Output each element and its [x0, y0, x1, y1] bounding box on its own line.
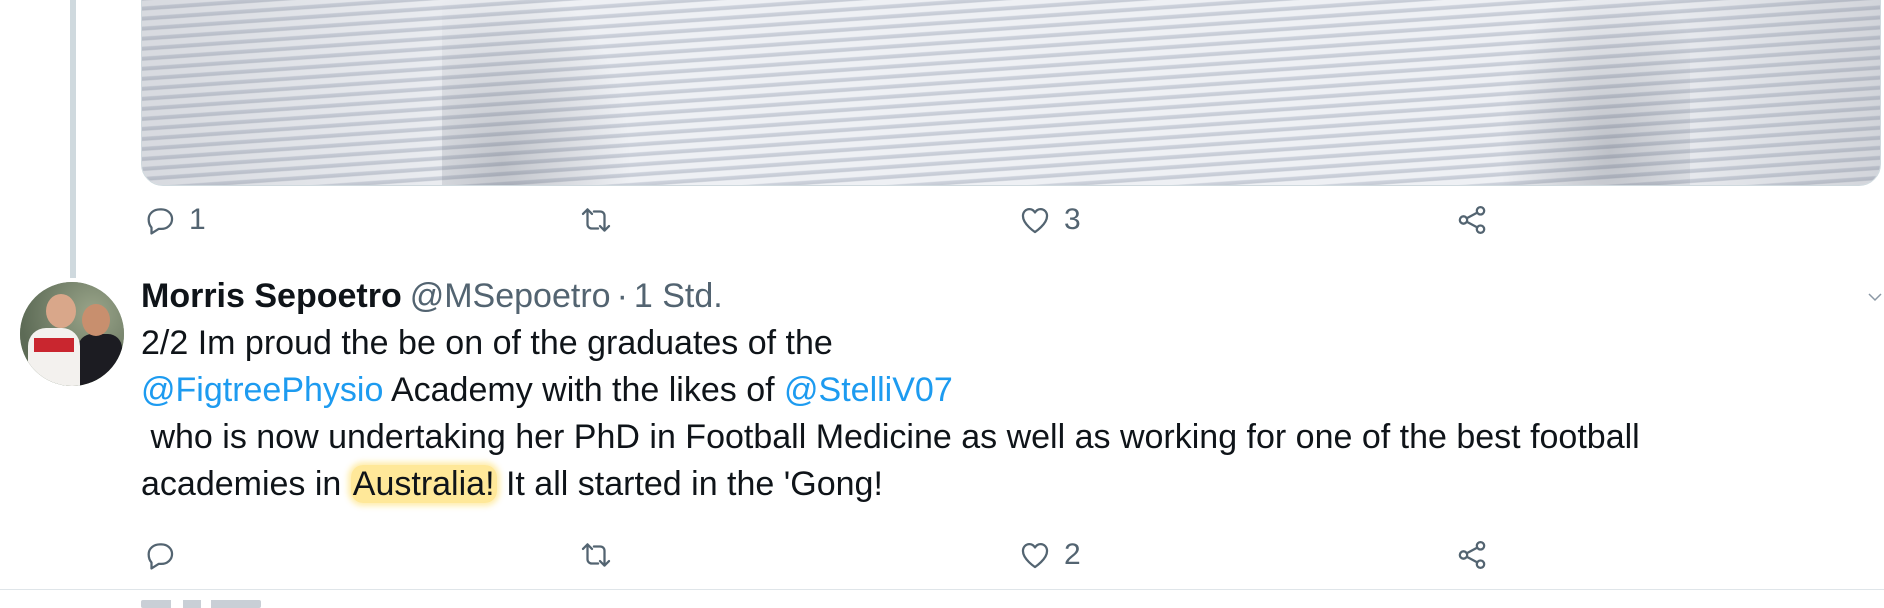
heart-icon [1021, 207, 1049, 234]
avatar-figure [82, 304, 110, 336]
tweet-text-line: 2/2 Im proud the be on of the graduates … [141, 324, 833, 362]
share-icon [1458, 540, 1486, 570]
separator-dot: · [616, 277, 628, 315]
timeline: 1 3 Morris Sepoetro @MSepoetro · 1 Std. 2/2… [0, 0, 1884, 608]
retweet-button[interactable] [579, 533, 625, 577]
tweet-actions: 1 3 [141, 198, 1541, 242]
tweet-text-fragment: Academy with the likes of [383, 371, 785, 409]
media-fold [442, 0, 642, 185]
share-button[interactable] [1455, 533, 1489, 577]
tweet-text-line: who is now undertaking her PhD in Footba… [141, 418, 1640, 456]
avatar-figure [28, 328, 80, 386]
like-button[interactable]: 2 [1018, 533, 1081, 577]
retweet-button[interactable] [579, 198, 625, 242]
tweet-divider [0, 589, 1884, 590]
share-button[interactable] [1455, 198, 1489, 242]
tweet-text-fragment: It all started in the 'Gong! [496, 465, 883, 503]
avatar-figure [34, 338, 74, 352]
retweet-icon [581, 543, 611, 567]
avatar[interactable] [20, 282, 124, 386]
tweet-text-fragment: academies in [141, 465, 351, 503]
next-tweet-partial [141, 600, 261, 608]
avatar-figure [78, 334, 122, 386]
highlighted-text: Australia! [350, 465, 497, 503]
tweet-text-line: @FigtreePhysio Academy with the likes of… [141, 367, 1881, 414]
reply-icon [147, 208, 174, 235]
media-shading [1620, 0, 1880, 185]
mention-link[interactable]: @StelliV07 [784, 371, 953, 409]
thread-connector [70, 0, 76, 278]
reply-button[interactable] [143, 533, 189, 577]
tweet-header: Morris Sepoetro @MSepoetro · 1 Std. [141, 276, 723, 316]
like-button[interactable]: 3 [1018, 198, 1081, 242]
share-icon [1458, 205, 1486, 235]
chevron-down-icon[interactable] [1866, 286, 1882, 302]
tweet-text: 2/2 Im proud the be on of the graduates … [141, 320, 1881, 508]
reply-icon [147, 543, 174, 570]
mention-link[interactable]: @FigtreePhysio [141, 371, 383, 409]
reply-count: 1 [189, 203, 206, 236]
like-count: 3 [1064, 203, 1081, 236]
tweet-actions: 2 [141, 533, 1541, 577]
reply-button[interactable]: 1 [143, 198, 206, 242]
avatar-figure [46, 294, 76, 328]
like-count: 2 [1064, 538, 1081, 571]
heart-icon [1021, 542, 1049, 569]
tweet-text-line: academies in Australia! It all started i… [141, 461, 1881, 508]
author-name[interactable]: Morris Sepoetro [141, 277, 402, 315]
tweet-media-image[interactable] [141, 0, 1881, 186]
tweet-timestamp[interactable]: 1 Std. [634, 277, 723, 315]
retweet-icon [581, 208, 611, 232]
author-handle[interactable]: @MSepoetro [410, 277, 611, 315]
